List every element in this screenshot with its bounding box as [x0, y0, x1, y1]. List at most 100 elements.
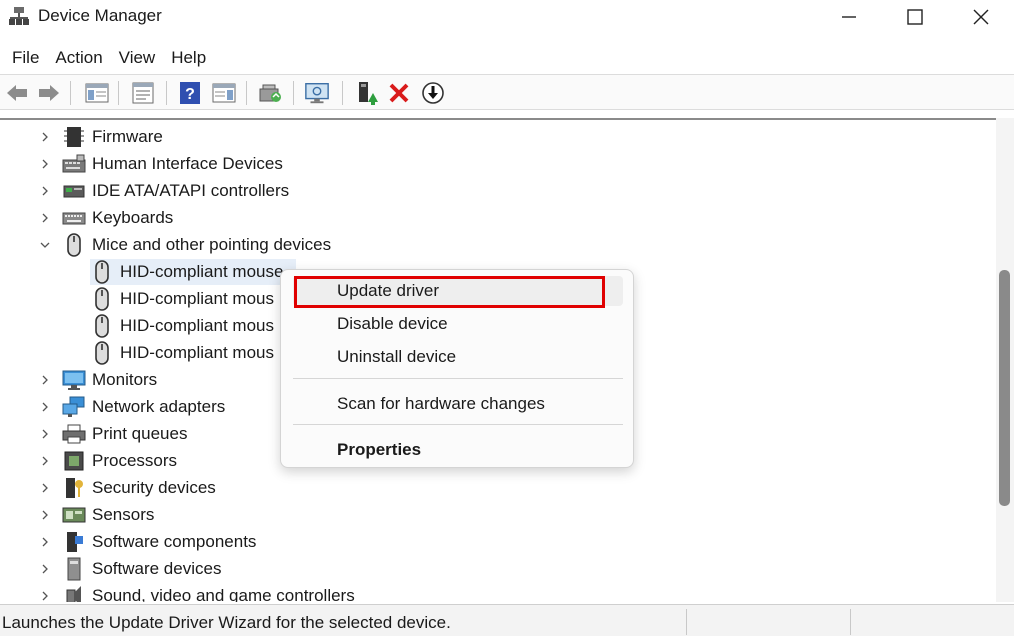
tree-item-software-components[interactable]: Software components — [62, 529, 256, 555]
menu-file[interactable]: File — [4, 44, 47, 72]
properties-icon — [132, 82, 154, 104]
console-tree-icon — [85, 83, 109, 103]
tree-item-firmware[interactable]: Firmware — [62, 124, 163, 150]
tree-item-human-interface-devices[interactable]: Human Interface Devices — [62, 151, 283, 177]
toolbar-separator — [166, 81, 167, 105]
chevron-right-icon[interactable] — [38, 535, 52, 549]
tree-child-hid-mouse-1[interactable]: HID-compliant mouse — [90, 259, 296, 285]
chevron-right-icon[interactable] — [38, 562, 52, 576]
status-text: Launches the Update Driver Wizard for th… — [2, 613, 451, 632]
chevron-right-icon[interactable] — [38, 184, 52, 198]
update-driver-button[interactable] — [354, 80, 380, 106]
display-monitor-button[interactable] — [304, 80, 330, 106]
back-button[interactable] — [4, 80, 30, 106]
tree-item-security-devices[interactable]: Security devices — [62, 475, 216, 501]
tree-item-label: Processors — [92, 451, 178, 470]
software-device-icon — [62, 557, 86, 581]
properties-button[interactable] — [130, 80, 156, 106]
monitor-scan-icon — [305, 83, 329, 104]
help-button[interactable]: ? — [177, 80, 203, 106]
tree-item-software-devices[interactable]: Software devices — [62, 556, 221, 582]
uninstall-device-button[interactable] — [386, 80, 412, 106]
tree-child-hid-mouse-4[interactable]: HID-compliant mous — [90, 340, 274, 366]
toolbar-separator — [118, 81, 119, 105]
maximize-button[interactable] — [882, 0, 948, 34]
disable-device-button[interactable] — [420, 80, 446, 106]
tree-item-print-queues[interactable]: Print queues — [62, 421, 187, 447]
scrollbar-thumb[interactable] — [999, 270, 1010, 506]
printer-icon — [62, 423, 86, 445]
status-divider — [850, 609, 851, 635]
chevron-right-icon[interactable] — [38, 157, 52, 171]
chevron-right-icon[interactable] — [38, 427, 52, 441]
chevron-down-icon[interactable] — [38, 238, 52, 252]
forward-button[interactable] — [36, 80, 62, 106]
tree-item-label: Sensors — [92, 505, 155, 524]
title-bar: Device Manager — [0, 0, 1014, 40]
chevron-right-icon[interactable] — [38, 211, 52, 225]
menu-uninstall-device[interactable]: Uninstall device — [293, 342, 623, 372]
action-pane-button[interactable] — [211, 80, 237, 106]
tree-child-hid-mouse-2[interactable]: HID-compliant mous — [90, 286, 274, 312]
security-icon — [62, 477, 86, 499]
tree-item-label: Network adapters — [92, 397, 226, 416]
tree-item-sensors[interactable]: Sensors — [62, 502, 154, 528]
status-divider — [686, 609, 687, 635]
tree-item-ide-ata-atapi-controllers[interactable]: IDE ATA/ATAPI controllers — [62, 178, 289, 204]
chevron-right-icon[interactable] — [38, 400, 52, 414]
mouse-icon — [90, 341, 114, 365]
menu-separator — [293, 378, 623, 379]
menu-action[interactable]: Action — [47, 44, 110, 72]
svg-text:?: ? — [185, 86, 195, 103]
mouse-icon — [90, 260, 114, 284]
toolbar-separator — [70, 81, 71, 105]
chevron-right-icon[interactable] — [38, 454, 52, 468]
toolbar-separator — [342, 81, 343, 105]
tree-item-network-adapters[interactable]: Network adapters — [62, 394, 225, 420]
mouse-icon — [90, 314, 114, 338]
tree-item-sound-video-game-controllers[interactable]: Sound, video and game controllers — [62, 583, 355, 602]
close-icon — [973, 9, 989, 25]
toolbar-separator — [293, 81, 294, 105]
scan-hardware-icon — [259, 84, 281, 102]
tree-item-label: Software components — [92, 532, 257, 551]
menu-help[interactable]: Help — [163, 44, 214, 72]
tree-item-monitors[interactable]: Monitors — [62, 367, 157, 393]
menu-disable-device[interactable]: Disable device — [293, 309, 623, 339]
tree-child-label: HID-compliant mous — [120, 343, 274, 362]
tree-item-label: IDE ATA/ATAPI controllers — [92, 181, 290, 200]
show-hide-console-tree-button[interactable] — [84, 80, 110, 106]
chevron-right-icon[interactable] — [38, 481, 52, 495]
tree-item-label: Software devices — [92, 559, 222, 578]
tree-item-processors[interactable]: Processors — [62, 448, 177, 474]
scan-hardware-button[interactable] — [257, 80, 283, 106]
tree-item-label: Monitors — [92, 370, 158, 389]
action-pane-icon — [212, 83, 236, 103]
mouse-icon — [62, 233, 86, 257]
vertical-scrollbar[interactable] — [996, 118, 1014, 602]
tree-item-label: Human Interface Devices — [92, 154, 283, 173]
window-title: Device Manager — [38, 6, 162, 25]
update-driver-icon — [359, 82, 378, 105]
tree-item-label: Mice and other pointing devices — [92, 235, 332, 254]
tree-item-keyboards[interactable]: Keyboards — [62, 205, 173, 231]
close-button[interactable] — [948, 0, 1014, 34]
tree-item-label: Keyboards — [92, 208, 174, 227]
toolbar: ? — [0, 74, 1014, 110]
minimize-button[interactable] — [816, 0, 882, 34]
chevron-right-icon[interactable] — [38, 373, 52, 387]
chevron-right-icon[interactable] — [38, 130, 52, 144]
menu-view[interactable]: View — [111, 44, 164, 72]
menu-separator — [293, 424, 623, 425]
tree-child-hid-mouse-3[interactable]: HID-compliant mous — [90, 313, 274, 339]
tree-item-mice-and-pointing-devices[interactable]: Mice and other pointing devices — [62, 232, 331, 258]
mouse-icon — [90, 287, 114, 311]
menu-properties[interactable]: Properties — [293, 435, 623, 465]
tree-item-label: Sound, video and game controllers — [92, 586, 355, 602]
keyboard-icon — [62, 207, 86, 229]
tree-item-label: Security devices — [92, 478, 216, 497]
chevron-right-icon[interactable] — [38, 589, 52, 602]
uninstall-x-icon — [389, 83, 409, 103]
chevron-right-icon[interactable] — [38, 508, 52, 522]
menu-scan-hardware-changes[interactable]: Scan for hardware changes — [293, 389, 623, 419]
